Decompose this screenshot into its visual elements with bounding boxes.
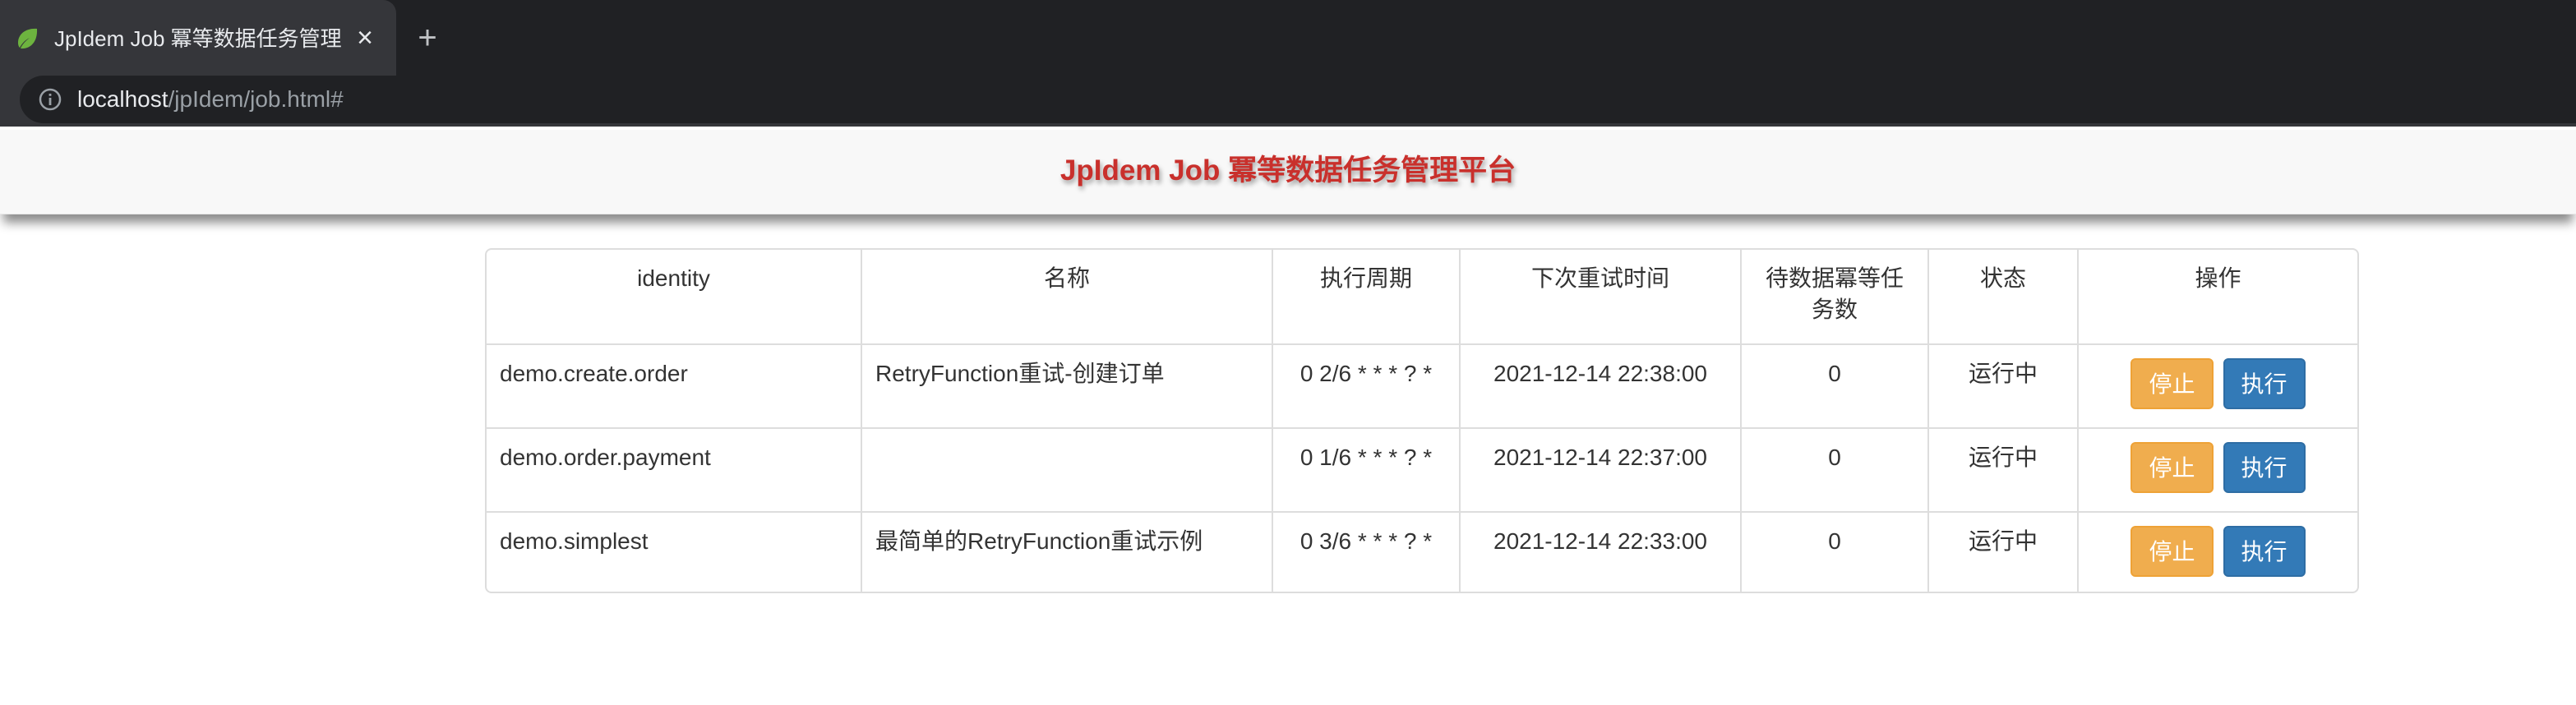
- job-table: identity 名称 执行周期 下次重试时间 待数据冪等任务数 状态 操作 d…: [487, 250, 2357, 592]
- col-header-pending: 待数据冪等任务数: [1740, 250, 1929, 345]
- cell-identity: demo.simplest: [487, 511, 862, 592]
- cell-pending: 0: [1740, 427, 1929, 513]
- url-path: /jpIdem/job.html#: [168, 86, 344, 112]
- cell-next-retry: 2021-12-14 22:38:00: [1459, 343, 1742, 429]
- url-text[interactable]: localhost/jpIdem/job.html#: [77, 85, 344, 114]
- page-header: JpIdem Job 冪等数据任务管理平台: [0, 130, 2576, 214]
- address-bar[interactable]: localhost/jpIdem/job.html#: [20, 76, 2576, 123]
- col-header-ops: 操作: [2077, 250, 2357, 345]
- cell-ops: 停止 执行: [2077, 343, 2357, 429]
- cell-name: RetryFunction重试-创建订单: [861, 343, 1273, 429]
- stop-button[interactable]: 停止: [2131, 358, 2214, 409]
- table-row: demo.create.order RetryFunction重试-创建订单 0…: [487, 343, 2357, 429]
- cell-cron: 0 3/6 * * * ? *: [1272, 511, 1461, 592]
- tab-title: JpIdem Job 冪等数据任务管理平台: [54, 26, 342, 51]
- browser-tab-bar: JpIdem Job 冪等数据任务管理平台 × +: [0, 0, 2576, 76]
- cell-identity: demo.create.order: [487, 343, 862, 429]
- cell-status: 运行中: [1927, 511, 2079, 592]
- cell-next-retry: 2021-12-14 22:37:00: [1459, 427, 1742, 513]
- cell-cron: 0 1/6 * * * ? *: [1272, 427, 1461, 513]
- table-row: demo.simplest 最简单的RetryFunction重试示例 0 3/…: [487, 511, 2357, 592]
- info-icon[interactable]: [38, 87, 62, 112]
- table-header-row: identity 名称 执行周期 下次重试时间 待数据冪等任务数 状态 操作: [487, 250, 2357, 345]
- close-icon[interactable]: ×: [349, 21, 381, 54]
- run-button[interactable]: 执行: [2223, 358, 2306, 409]
- cell-pending: 0: [1740, 511, 1929, 592]
- cell-status: 运行中: [1927, 343, 2079, 429]
- job-table-panel: identity 名称 执行周期 下次重试时间 待数据冪等任务数 状态 操作 d…: [485, 248, 2359, 593]
- stop-button[interactable]: 停止: [2131, 526, 2214, 577]
- stop-button[interactable]: 停止: [2131, 442, 2214, 493]
- cell-ops: 停止 执行: [2077, 427, 2357, 513]
- url-host: localhost: [77, 86, 169, 112]
- col-header-next-retry: 下次重试时间: [1459, 250, 1742, 345]
- spring-leaf-icon: [18, 28, 38, 49]
- page-title: JpIdem Job 冪等数据任务管理平台: [1059, 154, 1517, 187]
- browser-tab[interactable]: JpIdem Job 冪等数据任务管理平台 ×: [0, 0, 396, 76]
- cell-status: 运行中: [1927, 427, 2079, 513]
- cell-name: 最简单的RetryFunction重试示例: [861, 511, 1273, 592]
- cell-pending: 0: [1740, 343, 1929, 429]
- col-header-name: 名称: [861, 250, 1273, 345]
- col-header-cron: 执行周期: [1272, 250, 1461, 345]
- run-button[interactable]: 执行: [2223, 526, 2306, 577]
- table-row: demo.order.payment 0 1/6 * * * ? * 2021-…: [487, 427, 2357, 513]
- cell-ops: 停止 执行: [2077, 511, 2357, 592]
- plus-icon[interactable]: +: [411, 21, 444, 54]
- cell-next-retry: 2021-12-14 22:33:00: [1459, 511, 1742, 592]
- col-header-status: 状态: [1927, 250, 2079, 345]
- cell-identity: demo.order.payment: [487, 427, 862, 513]
- cell-name: [861, 427, 1273, 513]
- browser-toolbar: localhost/jpIdem/job.html#: [0, 76, 2576, 127]
- run-button[interactable]: 执行: [2223, 442, 2306, 493]
- col-header-identity: identity: [487, 250, 862, 345]
- cell-cron: 0 2/6 * * * ? *: [1272, 343, 1461, 429]
